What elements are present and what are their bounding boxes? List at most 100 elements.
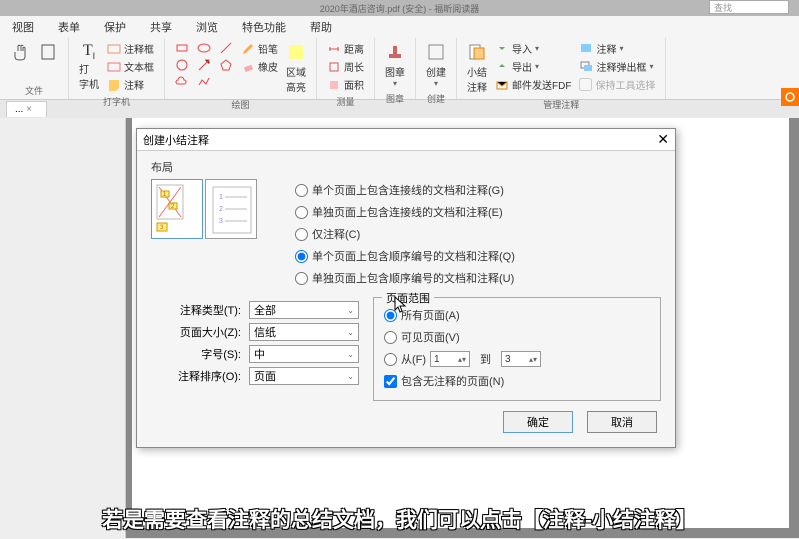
mail-icon: [495, 78, 509, 92]
textbox-button[interactable]: 文本框: [105, 58, 156, 75]
layout-opt-c[interactable]: 仅注释(C): [295, 223, 515, 245]
group-label-measure: 测量: [325, 95, 366, 108]
thumbnail-sidebar[interactable]: [0, 118, 126, 538]
shape-rect-button[interactable]: [173, 40, 191, 56]
group-label-stamp: 图章: [383, 92, 407, 105]
shape-line-button[interactable]: [217, 40, 235, 56]
distance-icon: [327, 42, 341, 56]
chevron-down-icon: ▾: [434, 79, 438, 88]
menu-protect[interactable]: 保护: [92, 19, 138, 35]
import-button[interactable]: 导入▾: [493, 40, 573, 57]
perimeter-icon: [327, 60, 341, 74]
create-icon: [426, 42, 446, 62]
distance-button[interactable]: 距离: [325, 40, 366, 57]
chevron-down-icon: ⌄: [347, 372, 354, 381]
cloud-icon: [175, 75, 189, 89]
keep-tool-check[interactable]: 保持工具选择: [577, 76, 657, 93]
from-spinner[interactable]: 1▴▾: [430, 351, 470, 367]
chevron-down-icon: ▾: [535, 62, 539, 71]
layout-thumb-2[interactable]: 1 2 3: [205, 179, 257, 239]
eraser-icon: [241, 60, 255, 74]
menu-view[interactable]: 视图: [0, 19, 46, 35]
cancel-button[interactable]: 取消: [587, 411, 657, 433]
shape-cloud-button[interactable]: [173, 74, 191, 90]
menu-help[interactable]: 帮助: [298, 19, 344, 35]
summary-icon: [467, 42, 487, 62]
layout-opt-u[interactable]: 单独页面上包含顺序编号的文档和注释(U): [295, 267, 515, 289]
note-button[interactable]: 注释: [105, 76, 156, 93]
size-select[interactable]: 信纸⌄: [249, 323, 359, 341]
svg-text:3: 3: [219, 218, 223, 225]
menu-form[interactable]: 表单: [46, 19, 92, 35]
shape-polyline-button[interactable]: [195, 74, 213, 90]
layout-opt-e[interactable]: 单独页面上包含连接线的文档和注释(E): [295, 201, 515, 223]
range-visible[interactable]: 可见页面(V): [384, 326, 650, 348]
group-label-typewriter: 打字机: [77, 95, 156, 108]
annotation-button[interactable]: 注释▾: [577, 40, 657, 57]
popout-button[interactable]: 注释弹出框▾: [577, 58, 657, 75]
chevron-down-icon: ⌄: [347, 306, 354, 315]
group-label-create: 创建: [424, 92, 448, 105]
export-icon: [495, 60, 509, 74]
shape-circle-button[interactable]: [173, 57, 191, 73]
close-icon[interactable]: ✕: [657, 131, 669, 148]
window-title: 2020年酒店咨询.pdf (安全) - 福昕阅读器: [320, 2, 480, 15]
layout-opt-g[interactable]: 单个页面上包含连接线的文档和注释(G): [295, 179, 515, 201]
summary-button[interactable]: 小结 注释: [465, 40, 489, 96]
shape-arrow-button[interactable]: [195, 57, 213, 73]
create-button[interactable]: 创建▾: [424, 40, 448, 90]
typewriter-button[interactable]: TI打 字机: [77, 40, 101, 93]
annotation-box-button[interactable]: 注释框: [105, 40, 156, 57]
range-all[interactable]: 所有页面(A): [384, 304, 650, 326]
side-panel-toggle[interactable]: [781, 88, 799, 106]
font-select[interactable]: 中⌄: [249, 345, 359, 363]
typewriter-icon: TI: [83, 42, 95, 61]
search-input[interactable]: 查找: [709, 0, 789, 14]
document-tab[interactable]: ... ×: [6, 101, 47, 117]
group-label-draw: 绘图: [173, 98, 308, 111]
title-bar: 2020年酒店咨询.pdf (安全) - 福昕阅读器: [0, 0, 799, 16]
stamp-icon: [385, 42, 405, 62]
font-label: 字号(S):: [151, 346, 241, 362]
export-button[interactable]: 导出▾: [493, 58, 573, 75]
close-icon[interactable]: ×: [26, 104, 32, 115]
sort-select[interactable]: 页面⌄: [249, 367, 359, 385]
type-select[interactable]: 全部⌄: [249, 301, 359, 319]
file-button[interactable]: [36, 40, 60, 66]
spinner-icon: ▴▾: [458, 355, 466, 364]
chevron-down-icon: ▾: [535, 44, 539, 53]
group-label-manage: 管理注释: [465, 98, 657, 111]
dialog-titlebar[interactable]: 创建小结注释 ✕: [137, 129, 675, 151]
line-icon: [219, 41, 233, 55]
pencil-button[interactable]: 铅笔: [239, 40, 280, 57]
group-label-file: 文件: [8, 84, 60, 97]
keep-tool-checkbox[interactable]: [579, 78, 592, 91]
range-from-radio[interactable]: [384, 353, 397, 366]
shape-poly-button[interactable]: [217, 57, 235, 73]
popout-icon: [579, 60, 593, 74]
stamp-button[interactable]: 图章▾: [383, 40, 407, 90]
menu-features[interactable]: 特色功能: [230, 19, 298, 35]
perimeter-button[interactable]: 周长: [325, 58, 366, 75]
cursor-icon: [394, 296, 408, 314]
menu-browse[interactable]: 浏览: [184, 19, 230, 35]
chevron-down-icon: ▾: [649, 62, 653, 71]
send-fdf-button[interactable]: 邮件发送FDF: [493, 76, 573, 93]
layout-thumb-1[interactable]: 1 2 3: [151, 179, 203, 239]
ok-button[interactable]: 确定: [503, 411, 573, 433]
summary-dialog: 创建小结注释 ✕ 布局 1 2 3: [136, 128, 676, 448]
to-spinner[interactable]: 3▴▾: [501, 351, 541, 367]
shape-oval-button[interactable]: [195, 40, 213, 56]
layout-opt-q[interactable]: 单个页面上包含顺序编号的文档和注释(Q): [295, 245, 515, 267]
annotation-icon: [579, 42, 593, 56]
spinner-icon: ▴▾: [529, 355, 537, 364]
hand-tool-button[interactable]: [8, 40, 32, 66]
rect-icon: [175, 41, 189, 55]
area-icon: [327, 78, 341, 92]
area-button[interactable]: 面积: [325, 76, 366, 93]
area-highlight-button[interactable]: 区域 高亮: [284, 40, 308, 96]
include-no-ann[interactable]: 包含无注释的页面(N): [384, 370, 650, 392]
eraser-button[interactable]: 橡皮: [239, 58, 280, 75]
range-legend: 页面范围: [382, 290, 434, 306]
menu-share[interactable]: 共享: [138, 19, 184, 35]
